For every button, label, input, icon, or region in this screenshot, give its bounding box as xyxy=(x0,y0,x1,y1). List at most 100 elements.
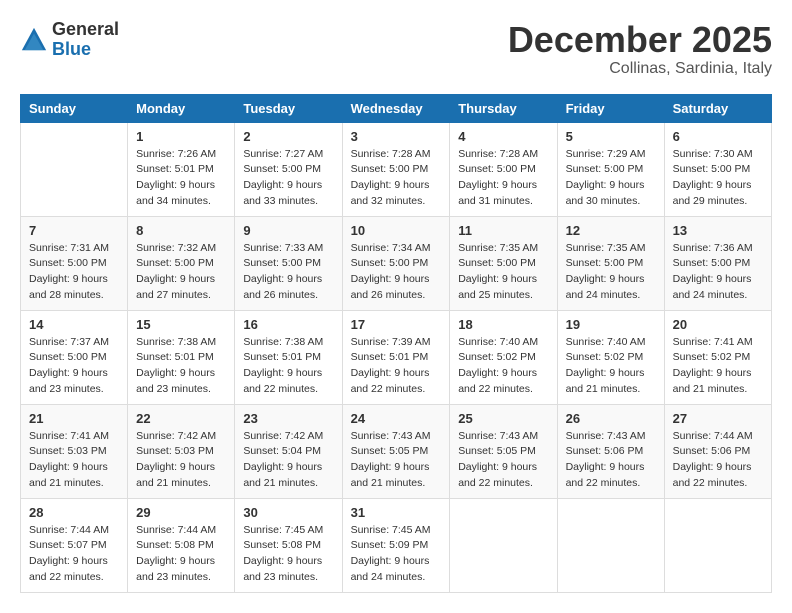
sunset-time: Sunset: 5:00 PM xyxy=(29,351,107,363)
logo: General Blue xyxy=(20,20,119,60)
calendar-cell: 8 Sunrise: 7:32 AM Sunset: 5:00 PM Dayli… xyxy=(128,216,235,310)
day-number: 11 xyxy=(458,223,548,238)
day-info: Sunrise: 7:38 AM Sunset: 5:01 PM Dayligh… xyxy=(136,335,226,398)
calendar-cell xyxy=(21,122,128,216)
day-info: Sunrise: 7:41 AM Sunset: 5:02 PM Dayligh… xyxy=(673,335,763,398)
daylight-hours: Daylight: 9 hours and 34 minutes. xyxy=(136,179,215,207)
calendar-cell: 1 Sunrise: 7:26 AM Sunset: 5:01 PM Dayli… xyxy=(128,122,235,216)
logo-icon xyxy=(20,26,48,54)
sunset-time: Sunset: 5:01 PM xyxy=(136,163,214,175)
sunrise-time: Sunrise: 7:45 AM xyxy=(351,524,431,536)
day-number: 27 xyxy=(673,411,763,426)
weekday-header: Tuesday xyxy=(235,94,342,122)
day-number: 22 xyxy=(136,411,226,426)
calendar-cell: 9 Sunrise: 7:33 AM Sunset: 5:00 PM Dayli… xyxy=(235,216,342,310)
day-number: 5 xyxy=(566,129,656,144)
sunset-time: Sunset: 5:00 PM xyxy=(29,257,107,269)
day-info: Sunrise: 7:29 AM Sunset: 5:00 PM Dayligh… xyxy=(566,147,656,210)
day-number: 18 xyxy=(458,317,548,332)
sunrise-time: Sunrise: 7:27 AM xyxy=(243,148,323,160)
calendar-week-row: 7 Sunrise: 7:31 AM Sunset: 5:00 PM Dayli… xyxy=(21,216,772,310)
calendar-cell: 10 Sunrise: 7:34 AM Sunset: 5:00 PM Dayl… xyxy=(342,216,450,310)
daylight-hours: Daylight: 9 hours and 32 minutes. xyxy=(351,179,430,207)
daylight-hours: Daylight: 9 hours and 22 minutes. xyxy=(566,461,645,489)
day-number: 30 xyxy=(243,505,333,520)
daylight-hours: Daylight: 9 hours and 25 minutes. xyxy=(458,273,537,301)
day-info: Sunrise: 7:42 AM Sunset: 5:04 PM Dayligh… xyxy=(243,429,333,492)
day-number: 14 xyxy=(29,317,119,332)
day-number: 8 xyxy=(136,223,226,238)
daylight-hours: Daylight: 9 hours and 26 minutes. xyxy=(351,273,430,301)
weekday-header: Sunday xyxy=(21,94,128,122)
sunset-time: Sunset: 5:08 PM xyxy=(243,539,321,551)
daylight-hours: Daylight: 9 hours and 22 minutes. xyxy=(458,367,537,395)
day-info: Sunrise: 7:27 AM Sunset: 5:00 PM Dayligh… xyxy=(243,147,333,210)
calendar-cell xyxy=(450,498,557,592)
daylight-hours: Daylight: 9 hours and 21 minutes. xyxy=(673,367,752,395)
sunrise-time: Sunrise: 7:44 AM xyxy=(29,524,109,536)
sunset-time: Sunset: 5:00 PM xyxy=(136,257,214,269)
sunset-time: Sunset: 5:02 PM xyxy=(566,351,644,363)
sunset-time: Sunset: 5:00 PM xyxy=(566,257,644,269)
day-number: 17 xyxy=(351,317,442,332)
sunrise-time: Sunrise: 7:29 AM xyxy=(566,148,646,160)
day-number: 13 xyxy=(673,223,763,238)
daylight-hours: Daylight: 9 hours and 30 minutes. xyxy=(566,179,645,207)
calendar-cell: 14 Sunrise: 7:37 AM Sunset: 5:00 PM Dayl… xyxy=(21,310,128,404)
calendar-cell: 24 Sunrise: 7:43 AM Sunset: 5:05 PM Dayl… xyxy=(342,404,450,498)
calendar-cell xyxy=(664,498,771,592)
month-title: December 2025 xyxy=(508,20,772,60)
sunset-time: Sunset: 5:06 PM xyxy=(566,445,644,457)
page-header: General Blue December 2025 Collinas, Sar… xyxy=(20,20,772,78)
daylight-hours: Daylight: 9 hours and 23 minutes. xyxy=(29,367,108,395)
day-info: Sunrise: 7:33 AM Sunset: 5:00 PM Dayligh… xyxy=(243,241,333,304)
day-info: Sunrise: 7:40 AM Sunset: 5:02 PM Dayligh… xyxy=(458,335,548,398)
sunset-time: Sunset: 5:03 PM xyxy=(136,445,214,457)
day-number: 21 xyxy=(29,411,119,426)
daylight-hours: Daylight: 9 hours and 22 minutes. xyxy=(243,367,322,395)
sunrise-time: Sunrise: 7:42 AM xyxy=(243,430,323,442)
sunrise-time: Sunrise: 7:36 AM xyxy=(673,242,753,254)
location: Collinas, Sardinia, Italy xyxy=(508,60,772,78)
sunrise-time: Sunrise: 7:26 AM xyxy=(136,148,216,160)
sunrise-time: Sunrise: 7:42 AM xyxy=(136,430,216,442)
daylight-hours: Daylight: 9 hours and 23 minutes. xyxy=(136,555,215,583)
daylight-hours: Daylight: 9 hours and 22 minutes. xyxy=(673,461,752,489)
calendar-cell: 18 Sunrise: 7:40 AM Sunset: 5:02 PM Dayl… xyxy=(450,310,557,404)
calendar-cell: 31 Sunrise: 7:45 AM Sunset: 5:09 PM Dayl… xyxy=(342,498,450,592)
sunset-time: Sunset: 5:01 PM xyxy=(136,351,214,363)
day-number: 12 xyxy=(566,223,656,238)
calendar-cell: 13 Sunrise: 7:36 AM Sunset: 5:00 PM Dayl… xyxy=(664,216,771,310)
day-info: Sunrise: 7:39 AM Sunset: 5:01 PM Dayligh… xyxy=(351,335,442,398)
sunrise-time: Sunrise: 7:39 AM xyxy=(351,336,431,348)
day-number: 23 xyxy=(243,411,333,426)
sunset-time: Sunset: 5:00 PM xyxy=(351,163,429,175)
calendar-week-row: 1 Sunrise: 7:26 AM Sunset: 5:01 PM Dayli… xyxy=(21,122,772,216)
day-number: 15 xyxy=(136,317,226,332)
sunset-time: Sunset: 5:00 PM xyxy=(243,257,321,269)
daylight-hours: Daylight: 9 hours and 22 minutes. xyxy=(458,461,537,489)
calendar-cell: 7 Sunrise: 7:31 AM Sunset: 5:00 PM Dayli… xyxy=(21,216,128,310)
day-info: Sunrise: 7:41 AM Sunset: 5:03 PM Dayligh… xyxy=(29,429,119,492)
sunset-time: Sunset: 5:00 PM xyxy=(458,257,536,269)
calendar-cell: 25 Sunrise: 7:43 AM Sunset: 5:05 PM Dayl… xyxy=(450,404,557,498)
day-number: 24 xyxy=(351,411,442,426)
daylight-hours: Daylight: 9 hours and 22 minutes. xyxy=(29,555,108,583)
day-number: 4 xyxy=(458,129,548,144)
calendar-cell: 4 Sunrise: 7:28 AM Sunset: 5:00 PM Dayli… xyxy=(450,122,557,216)
sunrise-time: Sunrise: 7:28 AM xyxy=(351,148,431,160)
sunrise-time: Sunrise: 7:35 AM xyxy=(566,242,646,254)
sunrise-time: Sunrise: 7:41 AM xyxy=(673,336,753,348)
calendar-week-row: 28 Sunrise: 7:44 AM Sunset: 5:07 PM Dayl… xyxy=(21,498,772,592)
weekday-header: Friday xyxy=(557,94,664,122)
calendar-cell: 26 Sunrise: 7:43 AM Sunset: 5:06 PM Dayl… xyxy=(557,404,664,498)
sunset-time: Sunset: 5:01 PM xyxy=(351,351,429,363)
calendar-cell xyxy=(557,498,664,592)
sunrise-time: Sunrise: 7:38 AM xyxy=(243,336,323,348)
day-info: Sunrise: 7:37 AM Sunset: 5:00 PM Dayligh… xyxy=(29,335,119,398)
day-info: Sunrise: 7:43 AM Sunset: 5:05 PM Dayligh… xyxy=(351,429,442,492)
sunrise-time: Sunrise: 7:40 AM xyxy=(566,336,646,348)
weekday-header: Saturday xyxy=(664,94,771,122)
sunset-time: Sunset: 5:00 PM xyxy=(243,163,321,175)
calendar-cell: 20 Sunrise: 7:41 AM Sunset: 5:02 PM Dayl… xyxy=(664,310,771,404)
